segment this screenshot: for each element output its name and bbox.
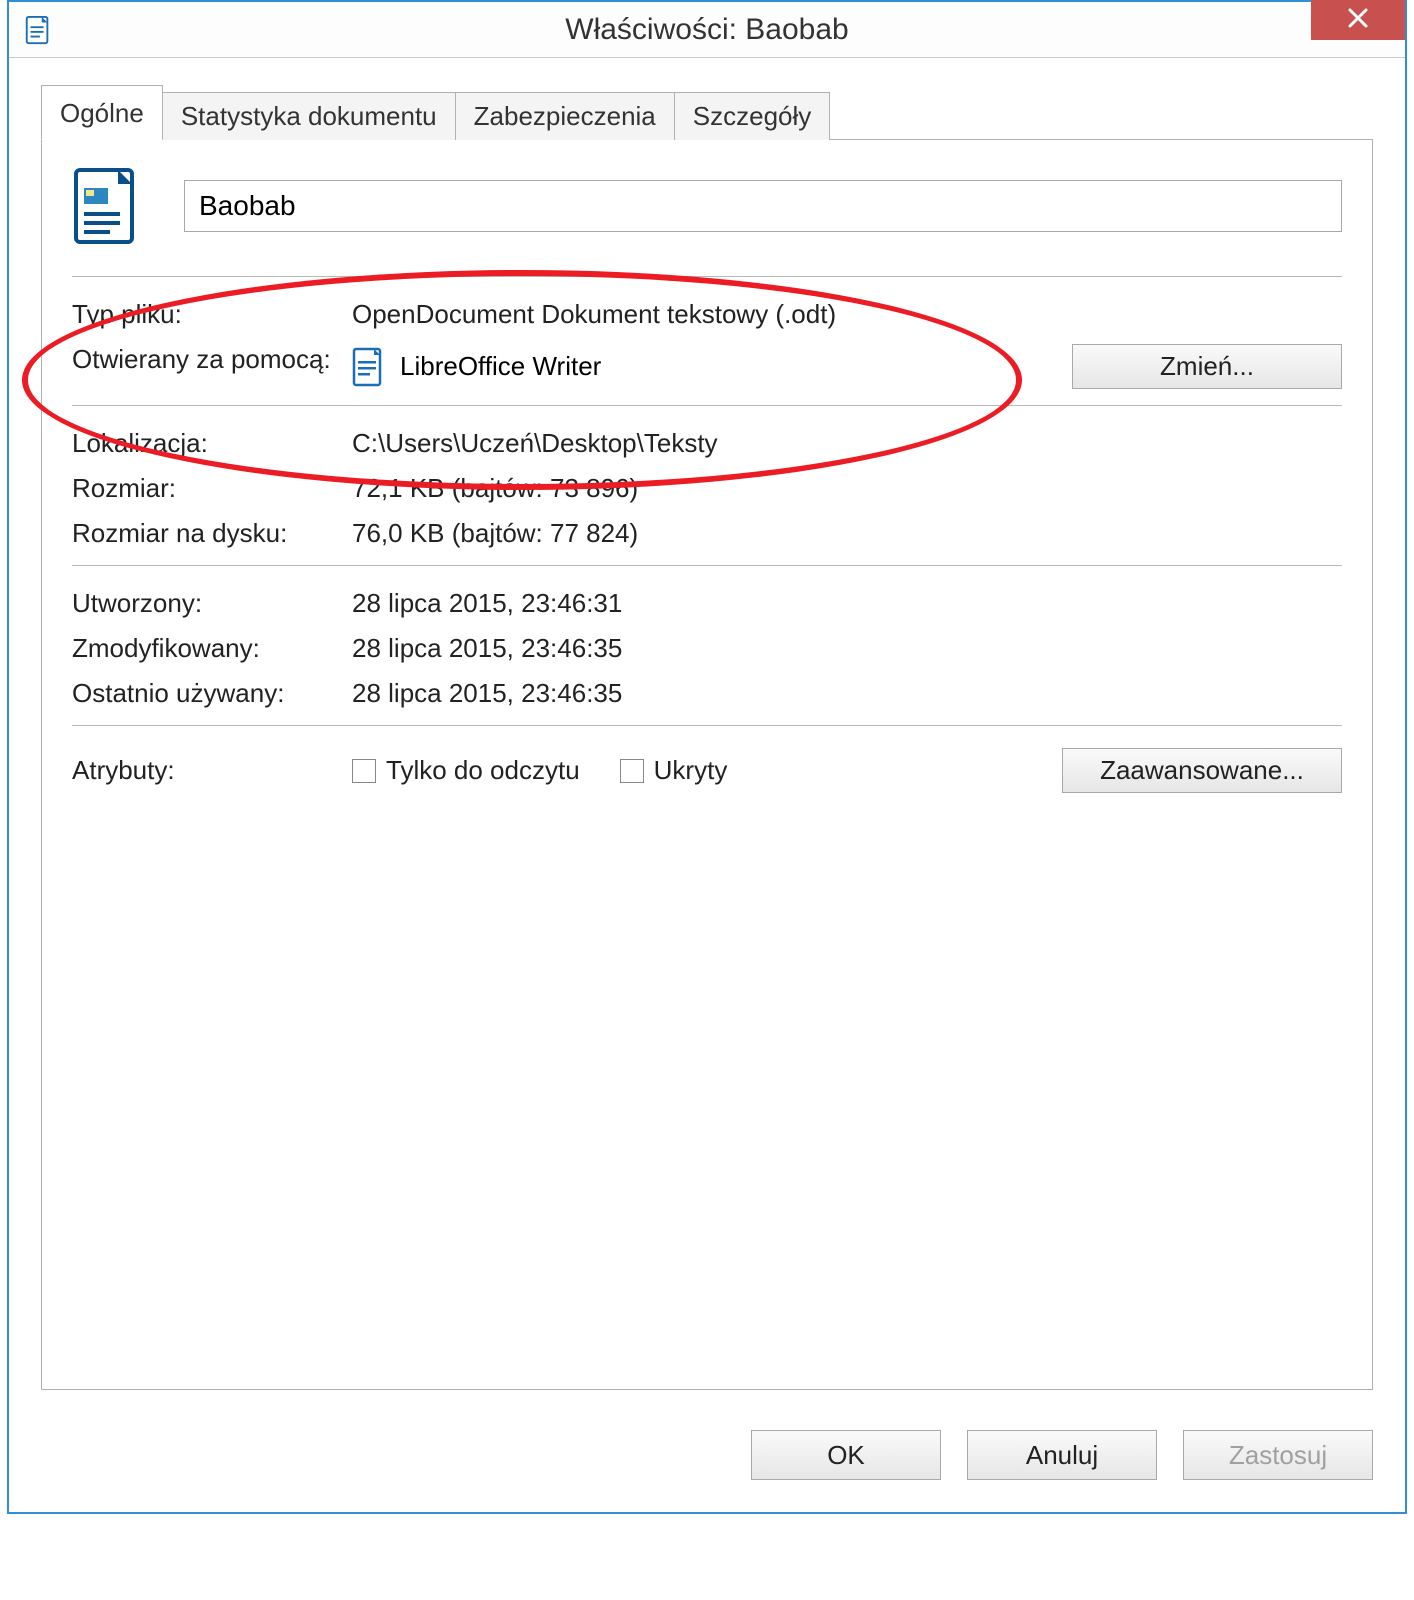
openwith-value: LibreOffice Writer: [400, 351, 601, 382]
hidden-checkbox[interactable]: [620, 759, 644, 783]
readonly-checkbox[interactable]: [352, 759, 376, 783]
document-icon: [72, 166, 144, 246]
app-icon: [23, 15, 53, 45]
filetype-label: Typ pliku:: [72, 299, 352, 330]
attributes-label: Atrybuty:: [72, 755, 352, 786]
filename-input[interactable]: [184, 180, 1342, 232]
created-value: 28 lipca 2015, 23:46:31: [352, 588, 1342, 619]
cancel-button[interactable]: Anuluj: [967, 1430, 1157, 1480]
tabstrip: Ogólne Statystyka dokumentu Zabezpieczen…: [41, 88, 1373, 140]
size-label: Rozmiar:: [72, 473, 352, 504]
tab-statistics[interactable]: Statystyka dokumentu: [162, 92, 456, 140]
modified-value: 28 lipca 2015, 23:46:35: [352, 633, 1342, 664]
dialog-content: Ogólne Statystyka dokumentu Zabezpieczen…: [9, 58, 1405, 1410]
tab-panel-general: Typ pliku: OpenDocument Dokument tekstow…: [41, 140, 1373, 1390]
modified-label: Zmodyfikowany:: [72, 633, 352, 664]
dialog-footer: OK Anuluj Zastosuj: [9, 1410, 1405, 1512]
separator: [72, 565, 1342, 566]
change-button[interactable]: Zmień...: [1072, 344, 1342, 389]
advanced-button[interactable]: Zaawansowane...: [1062, 748, 1342, 793]
tab-details[interactable]: Szczegóły: [674, 92, 831, 140]
accessed-value: 28 lipca 2015, 23:46:35: [352, 678, 1342, 709]
window-title: Właściwości: Baobab: [9, 13, 1405, 47]
tab-security[interactable]: Zabezpieczenia: [455, 92, 675, 140]
tab-general[interactable]: Ogólne: [41, 85, 163, 140]
ok-button[interactable]: OK: [751, 1430, 941, 1480]
filetype-value: OpenDocument Dokument tekstowy (.odt): [352, 299, 1342, 330]
separator: [72, 725, 1342, 726]
openwith-label: Otwierany za pomocą:: [72, 344, 352, 375]
properties-dialog: Właściwości: Baobab Ogólne Statystyka do…: [7, 0, 1407, 1514]
writer-icon: [352, 347, 386, 387]
close-button[interactable]: [1311, 0, 1405, 40]
location-label: Lokalizacja:: [72, 428, 352, 459]
accessed-label: Ostatnio używany:: [72, 678, 352, 709]
location-value: C:\Users\Uczeń\Desktop\Teksty: [352, 428, 1342, 459]
created-label: Utworzony:: [72, 588, 352, 619]
readonly-label: Tylko do odczytu: [386, 755, 580, 786]
titlebar: Właściwości: Baobab: [9, 2, 1405, 58]
apply-button[interactable]: Zastosuj: [1183, 1430, 1373, 1480]
separator: [72, 405, 1342, 406]
hidden-label: Ukryty: [654, 755, 728, 786]
close-icon: [1347, 4, 1369, 36]
disksize-value: 76,0 KB (bajtów: 77 824): [352, 518, 1342, 549]
separator: [72, 276, 1342, 277]
disksize-label: Rozmiar na dysku:: [72, 518, 352, 549]
size-value: 72,1 KB (bajtów: 73 896): [352, 473, 1342, 504]
